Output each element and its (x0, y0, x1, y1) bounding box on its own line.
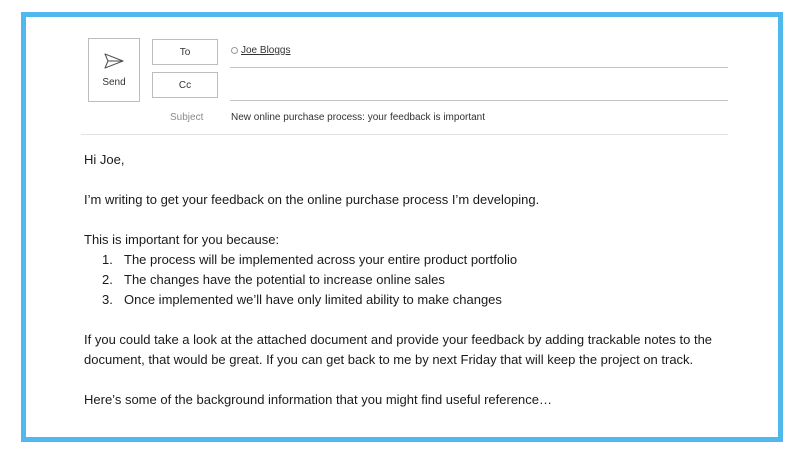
list-number: 2. (102, 272, 113, 287)
reasons-list: 1. The process will be implemented acros… (84, 250, 744, 310)
list-number: 3. (102, 292, 113, 307)
greeting: Hi Joe, (84, 152, 125, 167)
important-lead: This is important for you because: (84, 232, 280, 247)
radio-icon (231, 47, 238, 54)
cc-button[interactable]: Cc (152, 72, 218, 98)
background-paragraph: Here’s some of the background informatio… (84, 392, 553, 407)
list-item: 2. The changes have the potential to inc… (84, 270, 744, 290)
to-button[interactable]: To (152, 39, 218, 65)
send-icon (104, 52, 124, 69)
message-body[interactable]: Hi Joe, I’m writing to get your feedback… (84, 150, 744, 410)
to-field-underline (230, 67, 728, 68)
cc-field-underline (230, 100, 728, 101)
list-number: 1. (102, 252, 113, 267)
to-recipient[interactable]: Joe Bloggs (231, 45, 290, 56)
send-button[interactable]: Send (88, 38, 140, 102)
send-label: Send (102, 76, 126, 88)
recipient-name[interactable]: Joe Bloggs (241, 45, 290, 56)
subject-input[interactable]: New online purchase process: your feedba… (231, 112, 485, 123)
subject-divider (81, 134, 728, 135)
list-text: The changes have the potential to increa… (124, 272, 445, 287)
list-text: The process will be implemented across y… (124, 252, 518, 267)
list-item: 1. The process will be implemented acros… (84, 250, 744, 270)
request-paragraph: If you could take a look at the attached… (84, 332, 713, 367)
subject-label: Subject (170, 112, 204, 123)
list-text: Once implemented we’ll have only limited… (124, 292, 502, 307)
intro-paragraph: I’m writing to get your feedback on the … (84, 192, 540, 207)
list-item: 3. Once implemented we’ll have only limi… (84, 290, 744, 310)
email-compose-window: Send To Joe Bloggs Cc Subject New online… (21, 12, 783, 442)
